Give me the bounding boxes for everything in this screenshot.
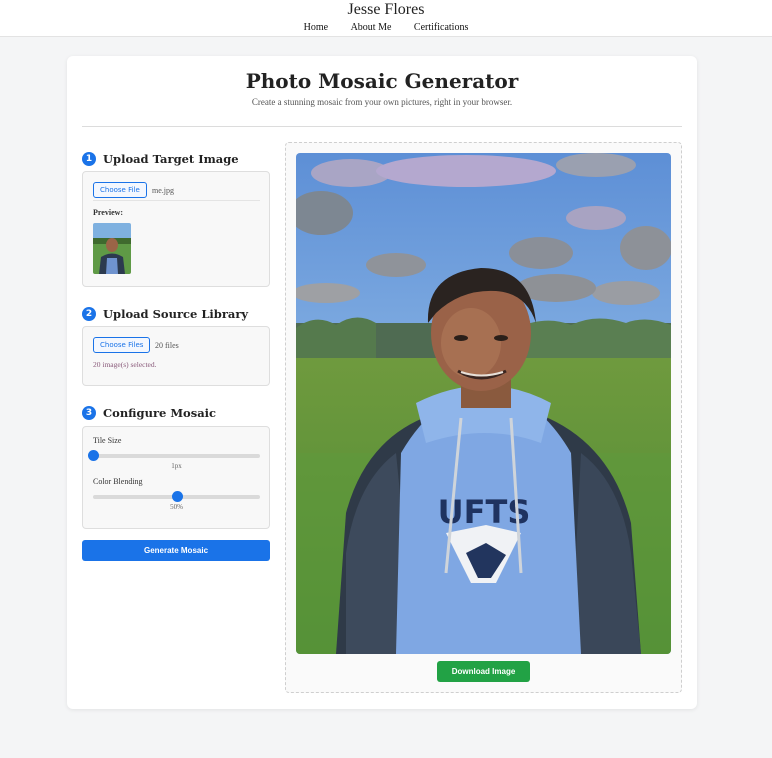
nav-link-certifications[interactable]: Certifications (414, 22, 468, 33)
generator-card: Photo Mosaic Generator Create a stunning… (67, 56, 697, 709)
color-blending-slider[interactable] (93, 491, 260, 502)
header-divider (82, 126, 682, 127)
site-name: Jesse Flores (347, 1, 425, 18)
generate-mosaic-button[interactable]: Generate Mosaic (82, 540, 270, 561)
choose-files-button[interactable]: Choose Files (93, 337, 151, 353)
step-2-title: Upload Source Library (103, 307, 249, 321)
target-file-name: me.jpg (152, 186, 174, 195)
download-image-button[interactable]: Download Image (437, 661, 530, 682)
target-upload-panel: Choose File me.jpg Preview: (82, 171, 270, 287)
preview-label: Preview: (93, 208, 124, 217)
tile-size-slider[interactable] (88, 450, 260, 461)
step-3-header: 3 Configure Mosaic (82, 404, 216, 422)
page-subtitle: Create a stunning mosaic from your own p… (251, 97, 513, 107)
mosaic-photo: UFTS (296, 153, 671, 654)
nav-menu: Home About Me Certifications (0, 22, 772, 33)
step-3-title: Configure Mosaic (103, 406, 217, 420)
tile-size-slider-handle[interactable] (88, 450, 99, 461)
tile-size-value: 1px (171, 462, 182, 470)
step-1-header: 1 Upload Target Image (82, 150, 239, 168)
step-2-header: 2 Upload Source Library (82, 305, 248, 323)
mosaic-output-area: UFTS Download Image (285, 142, 682, 693)
top-navigation: Jesse Flores Home About Me Certification… (0, 0, 772, 37)
color-blending-label: Color Blending (93, 477, 143, 486)
mosaic-result-image: UFTS (296, 153, 671, 654)
library-upload-panel: Choose Files 20 files 20 image(s) select… (82, 326, 270, 386)
color-blending-value: 50% (170, 503, 183, 511)
selected-count: 20 image(s) selected. (93, 360, 157, 369)
step-1-title: Upload Target Image (103, 152, 239, 166)
page-title: Photo Mosaic Generator (245, 69, 519, 93)
nav-link-about[interactable]: About Me (351, 22, 392, 33)
config-panel: Tile Size 1px Color Blending 50% (82, 426, 270, 529)
step-1-number: 1 (82, 152, 96, 166)
step-3-number: 3 (82, 406, 96, 420)
tile-size-label: Tile Size (93, 436, 122, 445)
library-file-count: 20 files (155, 341, 179, 350)
preview-photo (93, 223, 131, 274)
nav-link-home[interactable]: Home (304, 22, 328, 33)
step-2-number: 2 (82, 307, 96, 321)
color-blending-slider-handle[interactable] (171, 491, 183, 502)
choose-file-button[interactable]: Choose File (93, 182, 147, 198)
target-preview-image (93, 223, 131, 274)
file-divider (93, 200, 260, 201)
